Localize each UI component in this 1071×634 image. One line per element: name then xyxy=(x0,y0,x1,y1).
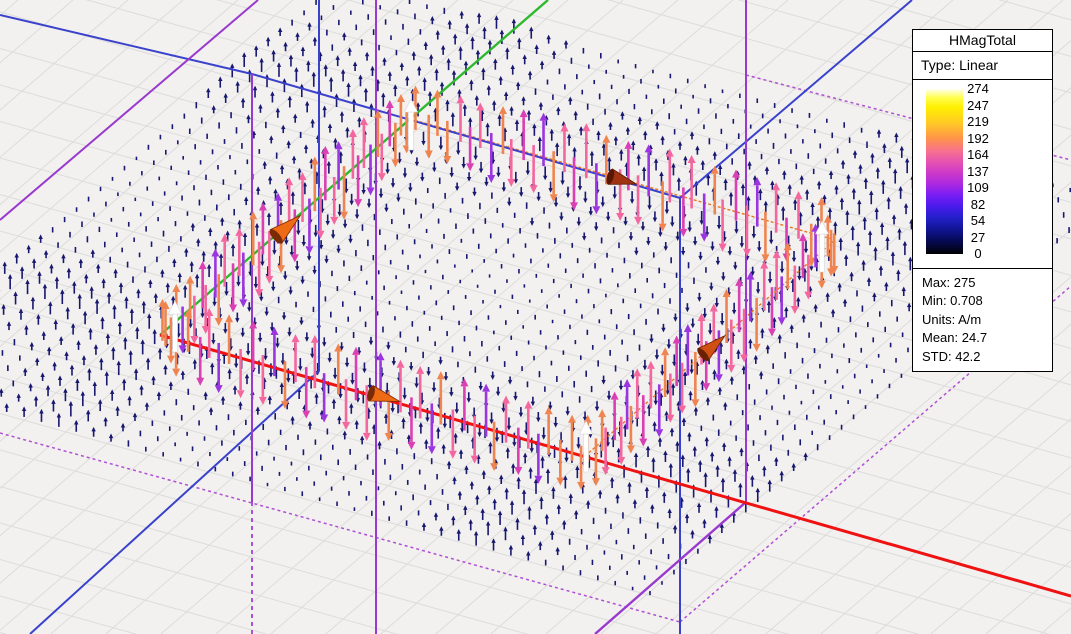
scale-tick-label: 137 xyxy=(967,163,989,179)
field-plot-window: HMagTotal Type: Linear 274 247 219 192 1… xyxy=(0,0,1071,634)
stat-std: STD: 42.2 xyxy=(922,348,981,364)
scale-tick-label: 164 xyxy=(967,147,989,162)
legend-scale-type: Type: Linear xyxy=(913,52,1052,80)
colorbar-labels: 274 247 219 192 164 137 109 82 54 27 0 xyxy=(961,81,995,263)
legend-color-scale: 274 247 219 192 164 137 109 82 54 27 0 xyxy=(913,80,1052,269)
stat-min: Min: 0.708 xyxy=(922,293,983,309)
scale-tick-label: 54 xyxy=(970,213,986,228)
scale-tick-label: 82 xyxy=(970,196,986,212)
colorbar-gradient xyxy=(926,89,963,254)
viewport-3d[interactable] xyxy=(0,0,1071,634)
stat-mean: Mean: 24.7 xyxy=(922,330,988,346)
scale-tick-label: 274 xyxy=(967,81,989,96)
stat-units: Units: A/m xyxy=(922,311,982,327)
scale-tick-label: 0 xyxy=(974,246,982,261)
scale-tick-label: 27 xyxy=(970,229,986,245)
legend-quantity-title: HMagTotal xyxy=(913,30,1052,52)
scale-tick-label: 109 xyxy=(967,180,989,195)
scale-tick-label: 219 xyxy=(967,114,989,129)
scale-tick-label: 192 xyxy=(967,130,989,146)
color-scale-legend: HMagTotal Type: Linear 274 247 219 192 1… xyxy=(912,29,1053,372)
legend-statistics: Max: 275 Min: 0.708 Units: A/m Mean: 24.… xyxy=(913,269,1052,371)
stat-max: Max: 275 xyxy=(922,275,976,290)
scale-tick-label: 247 xyxy=(967,97,989,113)
